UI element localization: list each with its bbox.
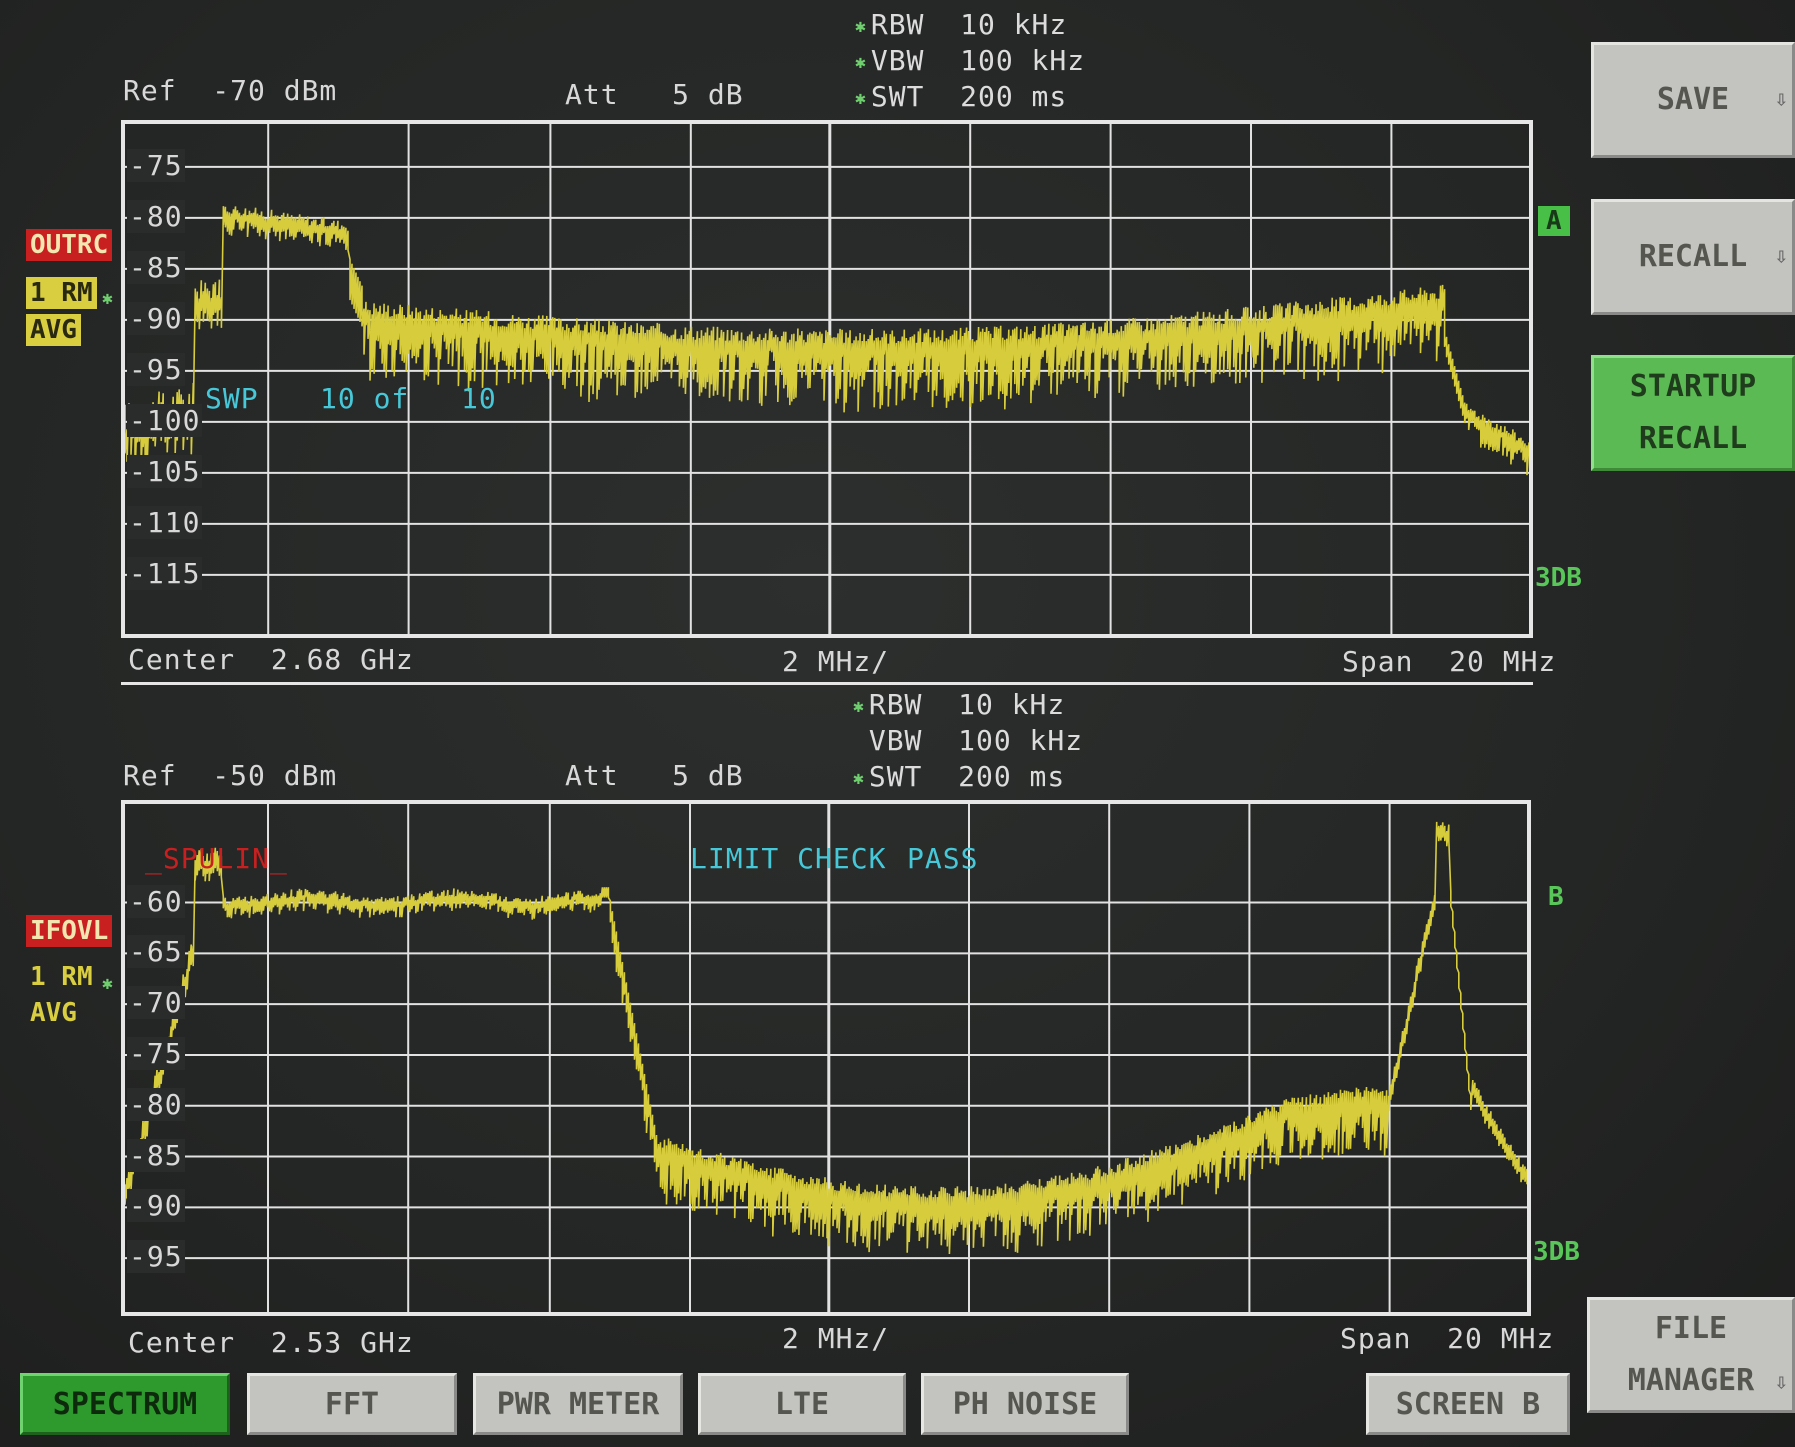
- y-tick-label: -110: [127, 505, 203, 539]
- y-tick-label: -80: [127, 1087, 185, 1121]
- lower-grid: [125, 804, 1527, 1312]
- asterisk-icon: ✱: [853, 767, 865, 789]
- lower-div: 2 MHz/: [782, 1322, 890, 1355]
- screen-b-button[interactable]: SCREEN B: [1366, 1373, 1570, 1435]
- asterisk-icon: ✱: [102, 288, 113, 309]
- upper-spectrum-plot[interactable]: -75 -80 -85 -90 -95 -100 -105 -110 -115 SWP 10 o…: [121, 120, 1533, 638]
- lower-swt: ✱ SWT 200 ms: [853, 760, 1066, 793]
- lower-side-label: 3DB: [1533, 1237, 1580, 1267]
- panel-divider: [121, 682, 1533, 685]
- fft-button[interactable]: FFT: [247, 1373, 457, 1435]
- y-tick-label: -75: [127, 148, 185, 182]
- upper-attenuation: Att 5 dB: [565, 78, 744, 111]
- lower-trace-tag: IFOVL: [26, 915, 113, 947]
- lower-rbw: ✱ RBW 10 kHz: [853, 688, 1066, 721]
- upper-trace-tag: OUTRC: [26, 229, 113, 261]
- upper-span: Span 20 MHz: [1342, 645, 1557, 678]
- ph-noise-button[interactable]: PH NOISE: [921, 1373, 1129, 1435]
- spectrum-trace: [125, 821, 1527, 1255]
- y-tick-label: -85: [127, 1138, 185, 1172]
- y-tick-label: -95: [127, 352, 185, 386]
- submenu-arrow-icon: ⇩: [1774, 244, 1788, 269]
- submenu-arrow-icon: ⇩: [1774, 1369, 1788, 1395]
- y-tick-label: -75: [127, 1036, 185, 1070]
- y-tick-label: -90: [127, 301, 185, 335]
- y-tick-label: -100: [127, 403, 203, 437]
- asterisk-icon: ✱: [855, 87, 867, 109]
- lower-spectrum-plot[interactable]: -60 -65 -70 -75 -80 -85 -90 -95 _SPULIN_ LIMIT …: [121, 800, 1531, 1316]
- sweep-count: 10 of: [320, 382, 410, 415]
- lower-trace-mode: 1 RM: [30, 962, 93, 992]
- y-tick-label: -65: [127, 935, 185, 969]
- spectrum-trace: [125, 206, 1529, 476]
- y-tick-label: -70: [127, 986, 185, 1020]
- y-tick-label: -90: [127, 1189, 185, 1223]
- lower-center-freq: Center 2.53 GHz: [128, 1326, 414, 1359]
- limit-check-result: PASS: [907, 842, 979, 875]
- submenu-arrow-icon: ⇩: [1774, 87, 1788, 112]
- asterisk-icon: ✱: [855, 51, 867, 73]
- upper-vbw: ✱ VBW 100 kHz: [855, 44, 1086, 77]
- upper-marker-a: A: [1538, 206, 1570, 236]
- y-tick-label: -85: [127, 250, 185, 284]
- upper-ref-level: Ref -70 dBm: [123, 74, 338, 107]
- upper-trace-avg: AVG: [26, 314, 81, 346]
- sweep-total: 10: [461, 382, 497, 415]
- upper-swt: ✱ SWT 200 ms: [855, 80, 1068, 113]
- lower-ref-level: Ref -50 dBm: [123, 759, 338, 792]
- save-button[interactable]: SAVE ⇩: [1591, 42, 1795, 158]
- pwr-meter-button[interactable]: PWR METER: [473, 1373, 683, 1435]
- upper-trace-svg: [125, 124, 1529, 634]
- analyzer-screen: ✱ RBW 10 kHz ✱ VBW 100 kHz ✱ SWT 200 ms Ref…: [0, 0, 1795, 1447]
- asterisk-icon: ✱: [855, 15, 867, 37]
- upper-trace: [125, 206, 1529, 476]
- lower-trace-avg: AVG: [30, 998, 77, 1028]
- limit-line-label: _SPULIN_: [145, 842, 288, 875]
- y-tick-label: -80: [127, 199, 185, 233]
- limit-check-label: LIMIT CHECK: [690, 842, 887, 875]
- file-manager-button[interactable]: FILE MANAGER ⇩: [1587, 1297, 1795, 1413]
- lower-trace-svg: [125, 804, 1527, 1312]
- startup-recall-button[interactable]: STARTUP RECALL: [1591, 355, 1795, 471]
- lower-attenuation: Att 5 dB: [565, 759, 744, 792]
- lower-vbw: ✱VBW 100 kHz: [868, 724, 1084, 757]
- lower-span: Span 20 MHz: [1340, 1322, 1555, 1355]
- lower-trace: [125, 821, 1527, 1255]
- asterisk-icon: ✱: [853, 695, 865, 717]
- spectrum-button[interactable]: SPECTRUM: [20, 1373, 230, 1435]
- upper-div: 2 MHz/: [782, 645, 890, 678]
- upper-side-label: 3DB: [1535, 563, 1582, 593]
- lower-marker-b: B: [1548, 882, 1564, 912]
- upper-trace-mode: 1 RM: [26, 277, 97, 309]
- y-tick-label: -95: [127, 1240, 185, 1274]
- lte-button[interactable]: LTE: [698, 1373, 906, 1435]
- y-tick-label: -60: [127, 884, 185, 918]
- upper-rbw: ✱ RBW 10 kHz: [855, 8, 1068, 41]
- sweep-label: SWP: [205, 382, 259, 415]
- y-tick-label: -115: [127, 556, 203, 590]
- upper-center-freq: Center 2.68 GHz: [128, 643, 414, 676]
- recall-button[interactable]: RECALL ⇩: [1591, 199, 1795, 315]
- asterisk-icon: ✱: [102, 973, 113, 994]
- y-tick-label: -105: [127, 454, 203, 488]
